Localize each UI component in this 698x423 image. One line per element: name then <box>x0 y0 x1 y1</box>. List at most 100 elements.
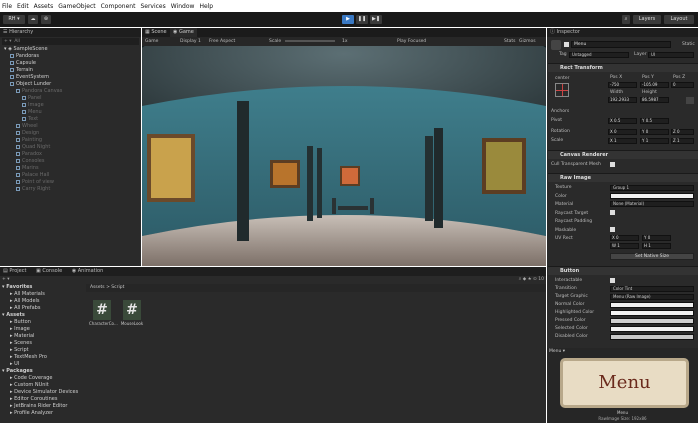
layers-dropdown[interactable]: Layers <box>633 15 661 24</box>
pivot-x-input[interactable]: X 0.5 <box>608 118 637 124</box>
menu-item-help[interactable]: Help <box>199 3 213 10</box>
menu-item-gameobject[interactable]: GameObject <box>58 3 95 10</box>
aspect-dropdown[interactable]: Free Aspect <box>209 37 235 46</box>
hierarchy-item[interactable]: Pandoras <box>0 53 141 60</box>
hierarchy-item[interactable]: Design <box>0 130 141 137</box>
asset-folder[interactable]: ▸ TextMesh Pro <box>0 354 86 361</box>
uv-y-input[interactable]: Y 0 <box>642 235 671 241</box>
height-input[interactable]: 86.5987 <box>640 97 669 103</box>
hierarchy-item[interactable]: EventSystem <box>0 74 141 81</box>
texture-field[interactable]: Group 1 <box>610 185 694 191</box>
favorites-header[interactable]: ▾ Favorites <box>0 284 86 291</box>
hierarchy-item[interactable]: Capsule <box>0 60 141 67</box>
asset-folder[interactable]: ▸ UI <box>0 361 86 368</box>
tab-game[interactable]: ◉ Game <box>170 28 197 37</box>
uv-w-input[interactable]: W 1 <box>610 243 639 249</box>
set-native-size-button[interactable]: Set Native Size <box>610 253 694 260</box>
pressed-color-field[interactable] <box>610 318 694 324</box>
hierarchy-item[interactable]: Object Lunder <box>0 81 141 88</box>
uv-x-input[interactable]: X 0 <box>610 235 639 241</box>
tab-project[interactable]: ▤ Project <box>3 268 26 274</box>
interactable-checkbox[interactable] <box>610 278 615 283</box>
pause-button[interactable]: ❚❚ <box>356 15 368 24</box>
rect-transform-header[interactable]: Rect Transform <box>548 63 698 72</box>
asset-folder[interactable]: ▸ Image <box>0 326 86 333</box>
disabled-color-field[interactable] <box>610 334 694 340</box>
raw-edit-button[interactable] <box>686 97 694 104</box>
menu-item-file[interactable]: File <box>2 3 12 10</box>
menu-item-services[interactable]: Services <box>140 3 165 10</box>
tab-animation[interactable]: ◉ Animation <box>72 268 103 274</box>
play-focused-dropdown[interactable]: Play Focused <box>397 37 426 46</box>
tab-scene[interactable]: ▦ Scene <box>145 28 167 37</box>
layout-dropdown[interactable]: Layout <box>664 15 694 24</box>
normal-color-field[interactable] <box>610 302 694 308</box>
play-button[interactable]: ▶ <box>342 15 354 24</box>
collab-icon[interactable]: ⊛ <box>41 15 51 24</box>
scale-slider[interactable] <box>285 40 335 42</box>
hierarchy-item[interactable]: Quad Night <box>0 144 141 151</box>
hierarchy-item[interactable]: Palace Hall <box>0 172 141 179</box>
scene-root[interactable]: ▾ ◈ SampleScene <box>0 46 141 53</box>
project-add-button[interactable]: + ▾ <box>2 277 85 283</box>
hierarchy-item[interactable]: Carry Right <box>0 186 141 193</box>
scale-z-input[interactable]: Z 1 <box>671 138 694 144</box>
stats-button[interactable]: Stats <box>504 37 516 46</box>
menu-item-assets[interactable]: Assets <box>34 3 54 10</box>
asset-folder[interactable]: ▸ Scenes <box>0 340 86 347</box>
account-button[interactable]: RH ▾ <box>3 15 25 24</box>
hierarchy-item[interactable]: Panel <box>0 95 141 102</box>
tab-console[interactable]: ▣ Console <box>36 268 62 274</box>
hierarchy-item[interactable]: Terrain <box>0 67 141 74</box>
package-folder[interactable]: ▸ JetBrains Rider Editor <box>0 403 86 410</box>
file-label[interactable]: CharacterCo... <box>89 321 118 326</box>
package-folder[interactable]: ▸ Editor Coroutines <box>0 396 86 403</box>
pivot-y-input[interactable]: Y 0.5 <box>640 118 669 124</box>
rotation-y-input[interactable]: Y 0 <box>640 129 669 135</box>
gizmos-dropdown[interactable]: Gizmos <box>519 37 536 46</box>
csharp-script-icon[interactable]: # <box>123 300 141 320</box>
cull-checkbox[interactable] <box>610 162 615 167</box>
csharp-script-icon[interactable]: # <box>93 300 111 320</box>
package-folder[interactable]: ▸ Device Simulator Devices <box>0 389 86 396</box>
cloud-icon[interactable]: ☁ <box>28 15 38 24</box>
rotation-z-input[interactable]: Z 0 <box>671 129 694 135</box>
search-icon[interactable]: ⌕ <box>622 15 630 24</box>
favorite-item[interactable]: ▸ All Prefabs <box>0 305 86 312</box>
button-component-header[interactable]: Button <box>548 266 698 275</box>
hierarchy-item[interactable]: Point of view <box>0 179 141 186</box>
object-name-input[interactable]: Menu <box>571 41 671 48</box>
width-input[interactable]: 192.2933 <box>608 97 637 103</box>
hierarchy-item[interactable]: Consoles <box>0 158 141 165</box>
hierarchy-tab[interactable]: ☰ Hierarchy <box>0 28 141 37</box>
asset-folder[interactable]: ▸ Button <box>0 319 86 326</box>
pos-x-input[interactable]: -750 <box>608 82 637 88</box>
inspector-tab[interactable]: ⓘ Inspector <box>547 28 698 37</box>
favorite-item[interactable]: ▸ All Models <box>0 298 86 305</box>
file-label[interactable]: MouseLook <box>119 321 145 326</box>
anchors-label[interactable]: Anchors <box>551 108 569 115</box>
active-checkbox[interactable] <box>564 42 569 47</box>
assets-header[interactable]: ▾ Assets <box>0 312 86 319</box>
static-toggle[interactable]: Static <box>682 41 695 48</box>
favorite-item[interactable]: ▸ All Materials <box>0 291 86 298</box>
layer-dropdown[interactable]: UI <box>648 52 694 58</box>
raw-image-header[interactable]: Raw Image <box>548 173 698 182</box>
hierarchy-item[interactable]: Text <box>0 116 141 123</box>
scale-x-input[interactable]: X 1 <box>608 138 637 144</box>
step-button[interactable]: ▶❚ <box>370 15 382 24</box>
menu-item-component[interactable]: Component <box>101 3 136 10</box>
asset-folder[interactable]: ▸ Material <box>0 333 86 340</box>
package-folder[interactable]: ▸ Profile Analyzer <box>0 410 86 417</box>
display-dropdown[interactable]: Display 1 <box>180 37 201 46</box>
preview-header[interactable]: Menu ▾ <box>549 349 565 354</box>
breadcrumb[interactable]: Assets > Script <box>86 284 546 292</box>
hierarchy-item[interactable]: Marins <box>0 165 141 172</box>
hierarchy-search[interactable]: + ▾ All <box>2 38 139 45</box>
highlighted-color-field[interactable] <box>610 310 694 316</box>
menu-item-edit[interactable]: Edit <box>17 3 29 10</box>
package-folder[interactable]: ▸ Code Coverage <box>0 375 86 382</box>
packages-header[interactable]: ▾ Packages <box>0 368 86 375</box>
uv-h-input[interactable]: H 1 <box>642 243 671 249</box>
selected-color-field[interactable] <box>610 326 694 332</box>
